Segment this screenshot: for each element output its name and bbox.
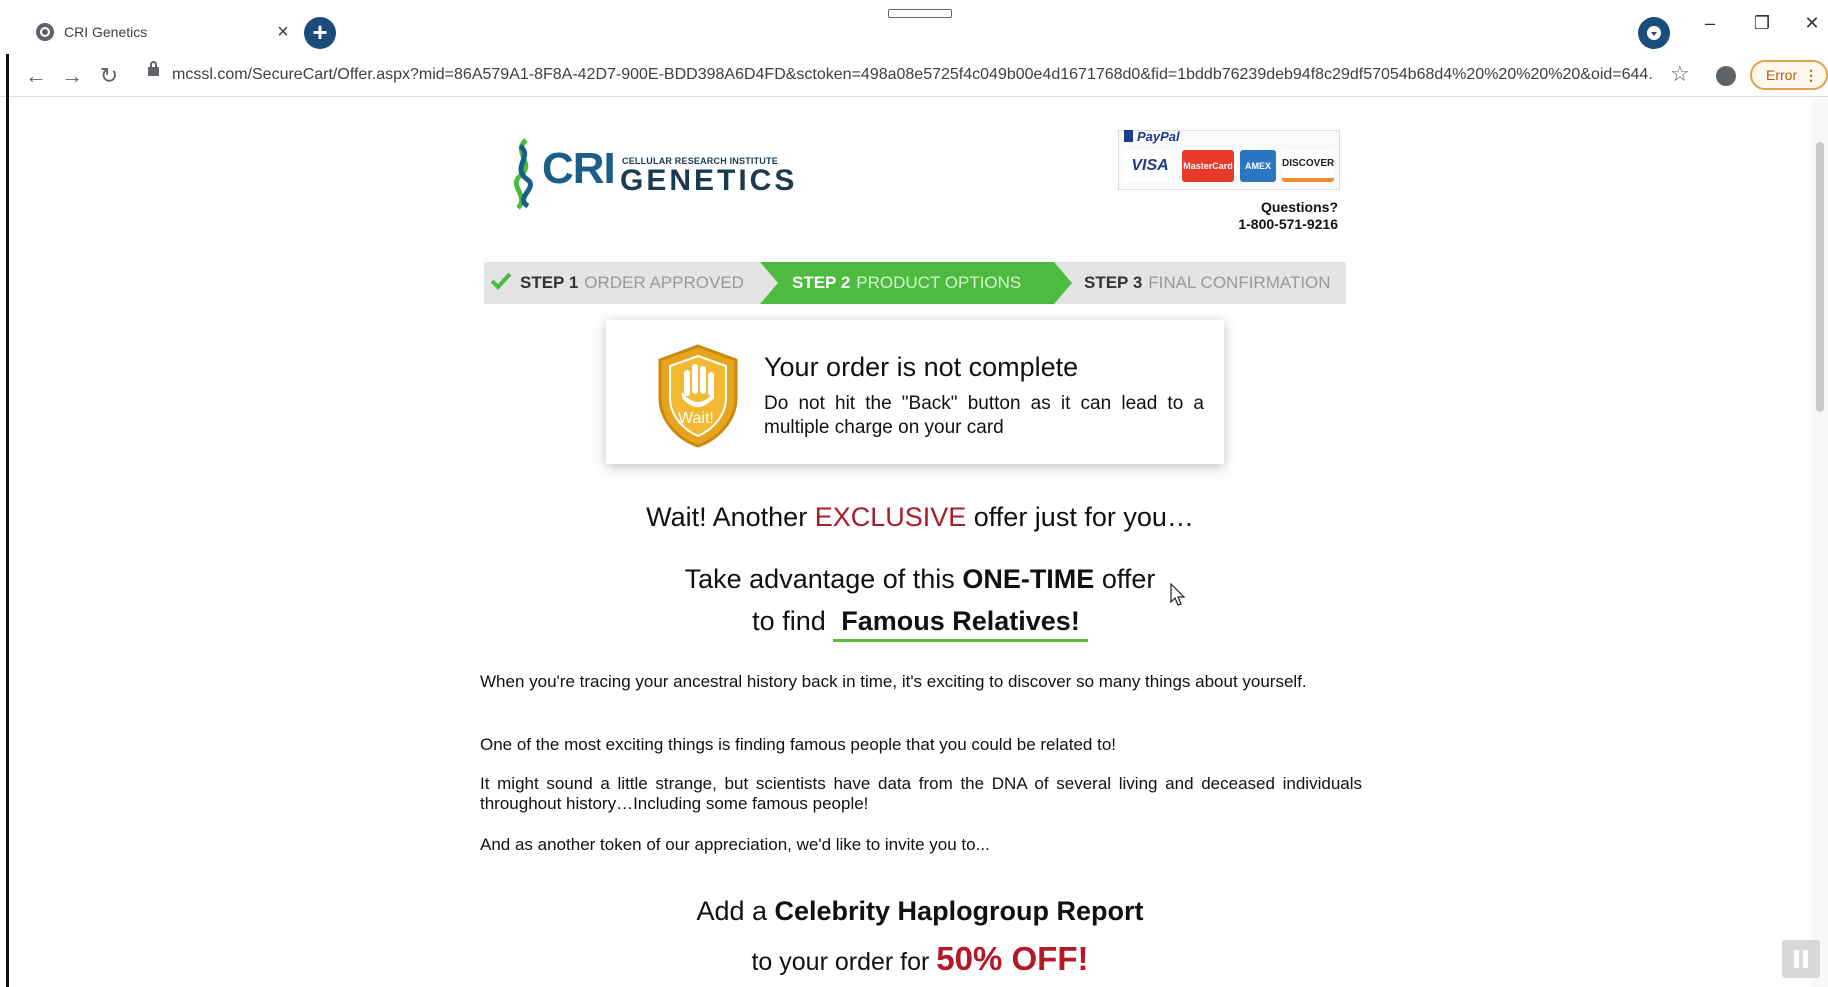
stop-hand-icon <box>658 344 738 448</box>
phone-number[interactable]: 1-800-571-9216 <box>1160 216 1338 233</box>
offer-paragraph: When you're tracing your ancestral histo… <box>480 672 1307 691</box>
wait-badge-text: Wait! <box>678 410 714 427</box>
window-drag-handle[interactable] <box>888 9 952 18</box>
left-border <box>6 54 9 987</box>
paypal-logo: PayPal <box>1124 129 1180 144</box>
forward-button[interactable]: → <box>56 60 88 92</box>
step-2-number: STEP 2 <box>792 273 851 292</box>
logo-cri-text: CRI <box>542 144 616 193</box>
dna-logo-icon <box>513 138 533 210</box>
exclusive-offer-heading: Wait! Another EXCLUSIVE offer just for y… <box>480 502 1360 533</box>
one-time-offer-heading: Take advantage of this ONE-TIME offer <box>480 564 1360 595</box>
mouse-cursor-icon <box>1170 583 1186 606</box>
order-incomplete-warning: Wait! Your order is not complete Do not … <box>606 320 1224 464</box>
tab-title: CRI Genetics <box>64 24 148 40</box>
step-3-number: STEP 3 <box>1084 273 1143 292</box>
step-2-label: PRODUCT OPTIONS <box>856 273 1022 292</box>
checkmark-icon <box>490 272 512 290</box>
celebrity-report-heading: Add a Celebrity Haplogroup Report <box>480 896 1360 927</box>
scrollbar[interactable] <box>1812 98 1828 987</box>
bookmark-star-icon[interactable]: ☆ <box>1670 61 1690 87</box>
error-label: Error <box>1766 67 1798 83</box>
step-1-label: ORDER APPROVED <box>584 273 744 292</box>
minimize-button[interactable]: – <box>1690 8 1730 38</box>
profile-icon[interactable] <box>1716 66 1736 86</box>
browser-tab[interactable]: CRI Genetics × <box>22 10 298 54</box>
paypal-p-icon <box>1124 130 1133 142</box>
tab-bar: CRI Genetics × + – ❐ ✕ <box>0 0 1828 60</box>
heading-text: Wait! Another <box>646 502 815 532</box>
visa-logo: VISA <box>1124 150 1176 182</box>
cri-genetics-logo[interactable]: CRI CELLULAR RESEARCH INSTITUTE GENETICS <box>506 138 796 212</box>
address-bar[interactable]: mcssl.com/SecureCart/Offer.aspx?mid=86A5… <box>172 66 1652 84</box>
contact-info: Questions? 1-800-571-9216 <box>1160 199 1338 233</box>
globe-icon <box>36 23 54 41</box>
heading-text: to find <box>752 606 834 636</box>
step-1-number: STEP 1 <box>520 273 579 292</box>
tab-close-icon[interactable]: × <box>272 21 294 43</box>
offer-paragraph: One of the most exciting things is findi… <box>480 735 1116 754</box>
menu-dots-icon: ⋮ <box>1804 67 1818 83</box>
heading-text: Add a <box>696 896 775 926</box>
close-window-button[interactable]: ✕ <box>1792 8 1828 38</box>
step-2: STEP 2 PRODUCT OPTIONS <box>792 262 1021 304</box>
lock-icon <box>148 61 159 76</box>
mastercard-logo: MasterCard <box>1182 150 1234 182</box>
logo-genetics-text: GENETICS <box>620 164 798 197</box>
discover-logo: DISCOVER <box>1282 150 1334 182</box>
famous-relatives-heading: to find Famous Relatives! <box>480 606 1360 642</box>
step-3-label: FINAL CONFIRMATION <box>1148 273 1331 292</box>
error-button[interactable]: Error ⋮ <box>1750 60 1828 90</box>
heading-text: to your order for <box>751 948 937 976</box>
step-1: STEP 1 ORDER APPROVED <box>490 262 744 304</box>
scrollbar-thumb[interactable] <box>1816 142 1824 412</box>
heading-text: offer <box>1094 564 1156 594</box>
offer-paragraph: And as another token of our appreciation… <box>480 835 990 854</box>
warning-text: Do not hit the "Back" button as it can l… <box>764 393 1204 438</box>
warning-title: Your order is not complete <box>764 352 1079 382</box>
offer-paragraph: It might sound a little strange, but sci… <box>480 774 1362 813</box>
heading-text: Take advantage of this <box>684 564 963 594</box>
exclusive-highlight: EXCLUSIVE <box>814 502 967 532</box>
questions-label: Questions? <box>1260 199 1338 215</box>
checkout-steps: STEP 1 ORDER APPROVED STEP 2 PRODUCT OPTIO… <box>484 262 1346 304</box>
restore-button[interactable]: ❐ <box>1742 8 1782 38</box>
fifty-percent-off: 50% OFF! <box>936 940 1089 977</box>
amex-logo: AMEX <box>1240 150 1276 182</box>
browser-toolbar: ← → ↻ mcssl.com/SecureCart/Offer.aspx?mi… <box>0 56 1828 97</box>
pause-icon[interactable] <box>1782 940 1820 978</box>
discount-heading: to your order for 50% OFF! <box>480 940 1360 978</box>
new-tab-button[interactable]: + <box>304 17 336 49</box>
extension-icon[interactable] <box>1638 17 1670 49</box>
one-time-bold: ONE-TIME <box>962 564 1095 594</box>
celebrity-report-bold: Celebrity Haplogroup Report <box>774 896 1144 926</box>
reload-button[interactable]: ↻ <box>93 60 125 92</box>
heading-text: offer just for you… <box>966 502 1194 532</box>
paypal-text: PayPal <box>1137 129 1180 144</box>
back-button[interactable]: ← <box>20 60 52 92</box>
step-3: STEP 3 FINAL CONFIRMATION <box>1084 262 1331 304</box>
famous-relatives-bold: Famous Relatives! <box>833 606 1088 642</box>
